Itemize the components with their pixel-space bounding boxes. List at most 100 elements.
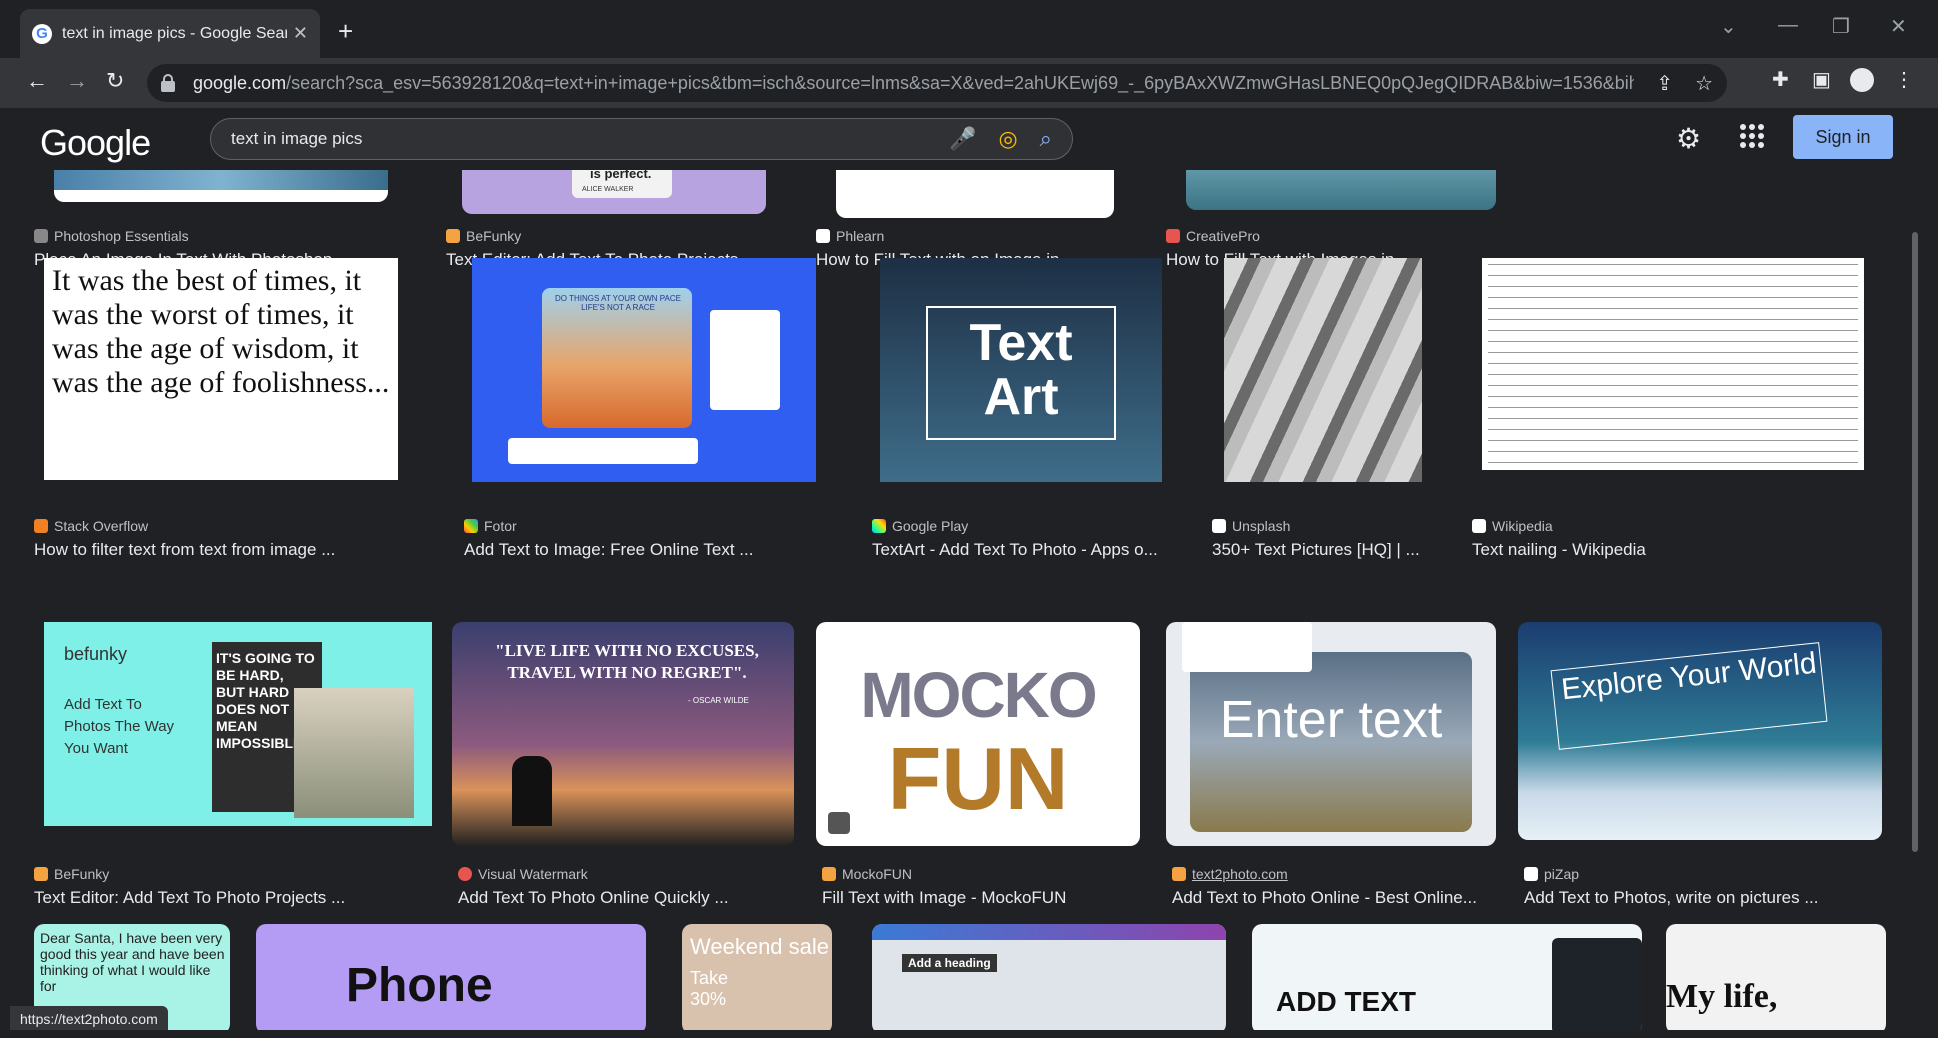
side-panel-icon[interactable]: ▣ — [1812, 67, 1831, 92]
source-favicon-icon — [1172, 867, 1186, 881]
result-thumbnail[interactable]: is perfect. ALICE WALKER — [462, 170, 766, 214]
browser-menu-icon[interactable]: ⋮ — [1894, 67, 1914, 92]
google-logo[interactable]: Google — [40, 122, 151, 164]
result-thumbnail[interactable]: ADD TEXT — [1252, 924, 1642, 1030]
search-icon[interactable]: ⌕ — [1040, 126, 1052, 152]
result-source[interactable]: Fotor — [464, 518, 517, 534]
source-favicon-icon — [464, 519, 478, 533]
image-result[interactable]: Explore Your World piZap Add Text to Pho… — [1518, 622, 1888, 907]
source-favicon-icon — [34, 229, 48, 243]
result-title[interactable]: TextArt - Add Text To Photo - Apps o... — [872, 540, 1172, 560]
result-source[interactable]: piZap — [1524, 866, 1579, 882]
source-favicon-icon — [1524, 867, 1538, 881]
tab-close-icon[interactable]: ✕ — [293, 23, 308, 44]
google-apps-icon[interactable] — [1740, 124, 1764, 148]
forward-arrow-icon[interactable]: → — [66, 68, 88, 94]
result-title[interactable]: Fill Text with Image - MockoFUN — [822, 888, 1148, 908]
result-source[interactable]: CreativePro — [1166, 228, 1260, 244]
profile-avatar-icon[interactable] — [1850, 68, 1874, 92]
image-result[interactable]: Unsplash 350+ Text Pictures [HQ] | ... — [1206, 258, 1452, 559]
result-title[interactable]: Text Editor: Add Text To Photo Projects … — [34, 888, 424, 908]
page-scrollbar-thumb[interactable] — [1912, 232, 1918, 852]
close-window-icon[interactable]: ✕ — [1890, 14, 1907, 39]
browser-titlebar: G text in image pics - Google Searc ✕ + … — [0, 0, 1938, 58]
image-result[interactable]: Enter text text2photo.com Add Text to Ph… — [1166, 622, 1506, 907]
bookmark-star-icon[interactable]: ☆ — [1695, 71, 1713, 96]
result-title[interactable]: Add Text To Photo Online Quickly ... — [458, 888, 804, 908]
share-icon[interactable]: ⇪ — [1656, 71, 1673, 96]
lens-camera-icon[interactable]: ◎ — [998, 126, 1017, 152]
lock-icon[interactable] — [161, 74, 175, 92]
result-thumbnail[interactable]: Text Art — [880, 258, 1162, 482]
result-source[interactable]: text2photo.com — [1172, 866, 1288, 882]
image-result[interactable]: Weekend sale Take 30% — [682, 924, 852, 1030]
image-result[interactable]: Phone — [256, 924, 650, 1030]
result-source[interactable]: Phlearn — [816, 228, 884, 244]
tab-search-chevron-icon[interactable]: ⌄ — [1720, 14, 1737, 39]
result-source[interactable]: Stack Overflow — [34, 518, 148, 534]
source-favicon-icon — [1472, 519, 1486, 533]
google-favicon-icon: G — [32, 23, 52, 44]
reload-icon[interactable]: ↻ — [106, 68, 124, 94]
search-input[interactable]: text in image pics — [231, 129, 927, 149]
result-thumbnail[interactable] — [836, 170, 1114, 218]
result-thumbnail[interactable] — [1224, 258, 1422, 482]
result-thumbnail[interactable]: Explore Your World — [1518, 622, 1882, 840]
image-result[interactable]: Text Art Google Play TextArt - Add Text … — [866, 258, 1166, 559]
image-result[interactable]: ADD TEXT — [1252, 924, 1650, 1030]
result-thumbnail[interactable]: Weekend sale Take 30% — [682, 924, 832, 1030]
result-source[interactable]: Photoshop Essentials — [34, 228, 189, 244]
result-title[interactable]: Add Text to Image: Free Online Text ... — [464, 540, 844, 560]
result-title[interactable]: How to filter text from text from image … — [34, 540, 364, 560]
result-title[interactable]: 350+ Text Pictures [HQ] | ... — [1212, 540, 1452, 560]
image-result[interactable]: Add a heading — [872, 924, 1232, 1030]
result-source[interactable]: MockoFUN — [822, 866, 912, 882]
source-favicon-icon — [1166, 229, 1180, 243]
result-thumbnail[interactable]: MOCKO FUN — [816, 622, 1140, 846]
result-thumbnail[interactable]: It was the best of times, it was the wor… — [44, 258, 398, 480]
result-thumbnail[interactable]: "LIVE LIFE WITH NO EXCUSES, TRAVEL WITH … — [452, 622, 794, 846]
address-bar[interactable]: google.com/search?sca_esv=563928120&q=te… — [147, 64, 1727, 102]
result-thumbnail[interactable]: befunky Add Text To Photos The Way You W… — [44, 622, 432, 826]
maximize-icon[interactable]: ❐ — [1832, 14, 1850, 39]
result-source[interactable]: Wikipedia — [1472, 518, 1553, 534]
back-arrow-icon[interactable]: ← — [26, 68, 48, 94]
result-source[interactable]: BeFunky — [446, 228, 521, 244]
settings-gear-icon[interactable]: ⚙ — [1676, 122, 1701, 155]
search-box[interactable]: text in image pics 🎤 ◎ ⌕ — [210, 118, 1073, 160]
result-thumbnail[interactable]: Enter text — [1166, 622, 1496, 846]
image-result[interactable]: befunky Add Text To Photos The Way You W… — [28, 622, 432, 907]
result-thumbnail[interactable] — [1482, 258, 1864, 470]
browser-tab[interactable]: G text in image pics - Google Searc ✕ — [20, 9, 320, 58]
result-source[interactable]: BeFunky — [34, 866, 109, 882]
result-thumbnail[interactable] — [54, 170, 388, 202]
result-title[interactable]: Text nailing - Wikipedia — [1472, 540, 1892, 560]
result-thumbnail[interactable] — [1186, 170, 1496, 210]
sign-in-button[interactable]: Sign in — [1793, 115, 1893, 159]
result-thumbnail[interactable]: Phone — [256, 924, 646, 1030]
source-favicon-icon — [34, 519, 48, 533]
source-favicon-icon — [446, 229, 460, 243]
result-source[interactable]: Google Play — [872, 518, 968, 534]
extensions-puzzle-icon[interactable]: ✚ — [1772, 67, 1789, 92]
result-thumbnail[interactable]: DO THINGS AT YOUR OWN PACE LIFE'S NOT A … — [472, 258, 816, 482]
result-title[interactable]: Add Text to Photos, write on pictures ..… — [1524, 888, 1890, 908]
window-bottom-edge — [0, 1030, 1938, 1038]
result-thumbnail[interactable]: My life, — [1666, 924, 1886, 1030]
result-title[interactable]: Add Text to Photo Online - Best Online..… — [1172, 888, 1488, 908]
url-text[interactable]: google.com/search?sca_esv=563928120&q=te… — [193, 73, 1634, 94]
result-source[interactable]: Visual Watermark — [458, 866, 588, 882]
image-result[interactable]: My life, — [1666, 924, 1896, 1030]
image-result[interactable]: MOCKO FUN MockoFUN Fill Text with Image … — [816, 622, 1146, 907]
microphone-icon[interactable]: 🎤 — [949, 126, 976, 152]
image-result[interactable]: Wikipedia Text nailing - Wikipedia — [1466, 258, 1890, 559]
image-result[interactable]: It was the best of times, it was the wor… — [28, 258, 398, 559]
new-tab-icon[interactable]: + — [338, 16, 353, 47]
result-source[interactable]: Unsplash — [1212, 518, 1290, 534]
result-thumbnail[interactable]: Add a heading — [872, 924, 1226, 1030]
tab-title: text in image pics - Google Searc — [62, 24, 287, 42]
minimize-icon[interactable]: — — [1778, 14, 1798, 37]
image-result[interactable]: DO THINGS AT YOUR OWN PACE LIFE'S NOT A … — [458, 258, 858, 559]
source-favicon-icon — [1212, 519, 1226, 533]
image-result[interactable]: "LIVE LIFE WITH NO EXCUSES, TRAVEL WITH … — [452, 622, 802, 907]
